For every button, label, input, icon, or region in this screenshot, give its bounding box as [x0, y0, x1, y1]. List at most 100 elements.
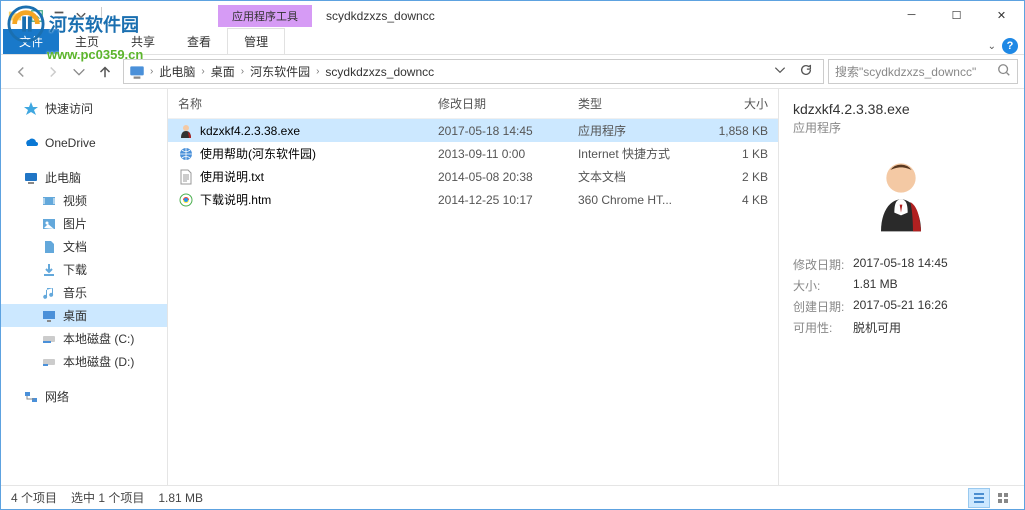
- detail-label: 修改日期:: [793, 256, 853, 273]
- file-icon: [178, 123, 194, 139]
- folder-icon[interactable]: [5, 6, 25, 26]
- nav-pictures[interactable]: 图片: [1, 212, 167, 235]
- document-icon: [41, 239, 57, 255]
- tab-view[interactable]: 查看: [171, 29, 227, 54]
- drive-icon: [41, 354, 57, 370]
- title-bar: 应用程序工具 scydkdzxzs_downcc ─ ☐ ✕: [1, 1, 1024, 31]
- detail-value: 2017-05-21 16:26: [853, 298, 948, 315]
- file-tab[interactable]: 文件: [3, 29, 59, 54]
- nav-quick-access[interactable]: 快速访问: [1, 97, 167, 120]
- column-header-type[interactable]: 类型: [578, 95, 698, 112]
- file-row[interactable]: 使用说明.txt 2014-05-08 20:38文本文档2 KB: [168, 165, 778, 188]
- detail-value: 2017-05-18 14:45: [853, 256, 948, 273]
- file-icon: [178, 192, 194, 208]
- ribbon-tabs: 文件 主页 共享 查看 管理 ⌄ ?: [1, 31, 1024, 55]
- column-headers: 名称 修改日期 类型 大小: [168, 89, 778, 119]
- quick-access-icon: [23, 101, 39, 117]
- search-input[interactable]: 搜索"scydkdzxzs_downcc": [828, 59, 1018, 84]
- breadcrumb-item[interactable]: scydkdzxzs_downcc: [319, 65, 440, 79]
- close-button[interactable]: ✕: [979, 1, 1024, 29]
- tab-manage[interactable]: 管理: [227, 28, 285, 54]
- desktop-icon: [41, 308, 57, 324]
- nav-drive-c[interactable]: 本地磁盘 (C:): [1, 327, 167, 350]
- file-size: 4 KB: [698, 193, 778, 207]
- file-type: 360 Chrome HT...: [578, 193, 698, 207]
- file-icon: [178, 169, 194, 185]
- detail-value: 1.81 MB: [853, 277, 898, 294]
- video-icon: [41, 193, 57, 209]
- search-placeholder: 搜索"scydkdzxzs_downcc": [835, 63, 976, 80]
- dropdown-icon[interactable]: [767, 63, 793, 80]
- file-size: 2 KB: [698, 170, 778, 184]
- details-pane: kdzxkf4.2.3.38.exe 应用程序 修改日期:2017-05-18 …: [778, 89, 1024, 487]
- up-button[interactable]: [91, 58, 119, 86]
- file-type: 应用程序: [578, 122, 698, 139]
- view-icons-button[interactable]: [992, 488, 1014, 508]
- file-name: 使用帮助(河东软件园): [200, 145, 316, 162]
- window-title: scydkdzxzs_downcc: [312, 9, 435, 23]
- help-icon[interactable]: ?: [1002, 38, 1018, 54]
- back-button[interactable]: [7, 58, 35, 86]
- breadcrumb-item[interactable]: 河东软件园: [244, 63, 316, 80]
- file-name: 使用说明.txt: [200, 168, 264, 185]
- file-type: Internet 快捷方式: [578, 145, 698, 162]
- file-row[interactable]: 下载说明.htm 2014-12-25 10:17360 Chrome HT...…: [168, 188, 778, 211]
- music-icon: [41, 285, 57, 301]
- refresh-icon[interactable]: [793, 63, 819, 80]
- drive-icon: [41, 331, 57, 347]
- nav-videos[interactable]: 视频: [1, 189, 167, 212]
- nav-music[interactable]: 音乐: [1, 281, 167, 304]
- view-details-button[interactable]: [968, 488, 990, 508]
- file-icon: [178, 146, 194, 162]
- file-date: 2017-05-18 14:45: [438, 124, 578, 138]
- nav-documents[interactable]: 文档: [1, 235, 167, 258]
- minimize-button[interactable]: ─: [889, 1, 934, 29]
- nav-desktop[interactable]: 桌面: [1, 304, 167, 327]
- file-row[interactable]: kdzxkf4.2.3.38.exe2017-05-18 14:45应用程序1,…: [168, 119, 778, 142]
- history-dropdown[interactable]: [71, 58, 87, 86]
- forward-button[interactable]: [39, 58, 67, 86]
- nav-downloads[interactable]: 下载: [1, 258, 167, 281]
- detail-label: 创建日期:: [793, 298, 853, 315]
- qat-more-icon[interactable]: [71, 6, 91, 26]
- picture-icon: [41, 216, 57, 232]
- tab-home[interactable]: 主页: [59, 29, 115, 54]
- status-item-count: 4 个项目: [11, 489, 57, 506]
- details-type: 应用程序: [793, 119, 1010, 136]
- file-type: 文本文档: [578, 168, 698, 185]
- onedrive-icon: [23, 135, 39, 151]
- nav-network[interactable]: 网络: [1, 385, 167, 408]
- detail-value: 脱机可用: [853, 319, 901, 336]
- file-row[interactable]: 使用帮助(河东软件园)2013-09-11 0:00Internet 快捷方式1…: [168, 142, 778, 165]
- navigation-pane: 快速访问 OneDrive 此电脑 视频 图片 文档 下载 音乐 桌面 本地磁盘…: [1, 89, 168, 487]
- nav-drive-d[interactable]: 本地磁盘 (D:): [1, 350, 167, 373]
- nav-onedrive[interactable]: OneDrive: [1, 132, 167, 154]
- tab-share[interactable]: 共享: [115, 29, 171, 54]
- detail-label: 可用性:: [793, 319, 853, 336]
- file-name: 下载说明.htm: [200, 191, 271, 208]
- file-list-pane: 名称 修改日期 类型 大小 kdzxkf4.2.3.38.exe2017-05-…: [168, 89, 778, 487]
- status-size: 1.81 MB: [158, 491, 203, 505]
- properties-icon[interactable]: [27, 6, 47, 26]
- file-size: 1 KB: [698, 147, 778, 161]
- column-header-date[interactable]: 修改日期: [438, 95, 578, 112]
- network-icon: [23, 389, 39, 405]
- nav-this-pc[interactable]: 此电脑: [1, 166, 167, 189]
- file-date: 2014-12-25 10:17: [438, 193, 578, 207]
- breadcrumb-item[interactable]: 此电脑: [153, 63, 201, 80]
- file-size: 1,858 KB: [698, 124, 778, 138]
- column-header-name[interactable]: 名称: [178, 95, 438, 112]
- status-bar: 4 个项目 选中 1 个项目 1.81 MB: [1, 485, 1024, 509]
- computer-icon: [23, 170, 39, 186]
- maximize-button[interactable]: ☐: [934, 1, 979, 29]
- qat-dropdown-icon[interactable]: [49, 6, 69, 26]
- details-thumbnail: [851, 144, 951, 244]
- breadcrumb-item[interactable]: 桌面: [205, 63, 241, 80]
- download-icon: [41, 262, 57, 278]
- computer-icon: [128, 63, 146, 81]
- search-icon[interactable]: [997, 63, 1011, 80]
- column-header-size[interactable]: 大小: [698, 95, 778, 112]
- ribbon-collapse-icon[interactable]: ⌄: [988, 41, 996, 52]
- file-date: 2014-05-08 20:38: [438, 170, 578, 184]
- breadcrumb[interactable]: › 此电脑 › 桌面 › 河东软件园 › scydkdzxzs_downcc: [123, 59, 824, 84]
